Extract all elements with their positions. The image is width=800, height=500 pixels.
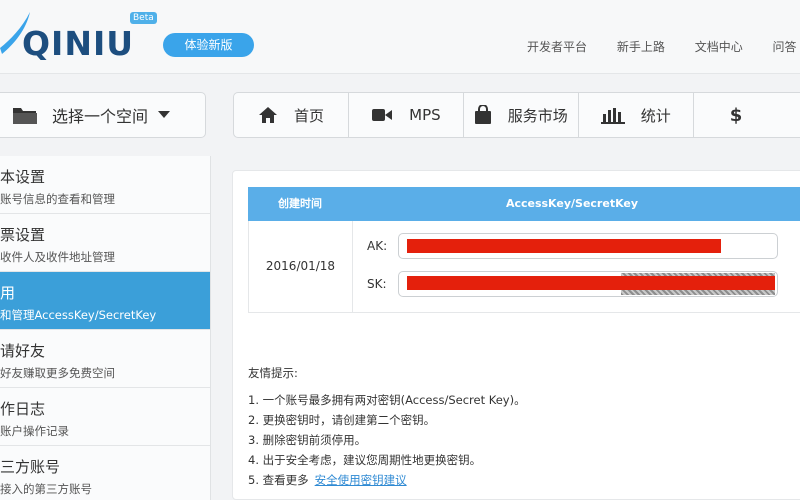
developer-platform-link[interactable]: 开发者平台 [527,40,587,54]
qiniu-logo[interactable]: QINIU [0,8,150,64]
space-selector-label: 选择一个空间 [52,107,149,126]
nav-home[interactable]: 首页 [234,93,349,137]
video-icon [372,109,393,121]
sidebar-item-subtitle: 好友赚取更多免费空间 [0,366,115,380]
redaction-bar [407,239,721,253]
nav-marketplace-label: 服务市场 [507,106,568,125]
sk-label: SK: [367,277,387,291]
sidebar-item-third-party-accounts[interactable]: 三方账号 接入的第三方账号 [0,446,210,500]
docs-center-link[interactable]: 文档中心 [695,40,743,54]
ak-label: AK: [367,239,388,253]
home-icon [258,107,277,123]
tips-section: 友情提示: 1. 一个账号最多拥有两对密钥(Access/Secret Key)… [248,363,526,490]
sidebar-item-subtitle: 和管理AccessKey/SecretKey [0,308,157,322]
sidebar-item-keys[interactable]: 用 和管理AccessKey/SecretKey [0,272,210,330]
sidebar-item-subtitle: 账号信息的查看和管理 [0,192,115,206]
space-selector-dropdown[interactable]: 选择一个空间 [0,92,206,138]
folder-icon [13,108,37,124]
caret-down-icon [158,111,171,118]
beta-badge: Beta [130,12,157,24]
logo-text: QINIU [22,24,135,63]
key-created-date: 2016/01/18 [249,221,353,312]
nav-home-label: 首页 [293,106,324,125]
tips-title: 友情提示: [248,366,298,380]
sidebar-item-subtitle: 账户操作记录 [0,424,69,438]
sidebar-item-subtitle: 接入的第三方账号 [0,482,92,496]
list-item-more: 5. 查看更多 安全使用密钥建议 [248,470,526,490]
main-nav: 首页 MPS 服务市场 统计 $ [233,92,800,138]
sidebar-item-subtitle: 收件人及收件地址管理 [0,250,115,264]
list-item: 1. 一个账号最多拥有两对密钥(Access/Secret Key)。 [248,393,526,407]
nav-statistics-label: 统计 [640,106,671,125]
list-item: 3. 删除密钥前须停用。 [248,433,367,447]
sidebar: 本设置 账号信息的查看和管理 票设置 收件人及收件地址管理 用 和管理Acces… [0,156,211,500]
access-key-field[interactable] [398,233,778,259]
sidebar-item-title: 请好友 [0,342,46,360]
nav-statistics[interactable]: 统计 [579,93,694,137]
top-header: QINIU Beta 体验新版 开发者平台 新手上路 文档中心 问答 [0,0,800,74]
sidebar-item-title: 用 [0,284,16,302]
sidebar-item-title: 三方账号 [0,458,61,476]
table-row: 2016/01/18 AK: SK: [248,221,800,313]
sidebar-item-invite-friends[interactable]: 请好友 好友赚取更多免费空间 [0,330,210,388]
nav-marketplace[interactable]: 服务市场 [464,93,579,137]
dollar-icon: $ [729,104,743,126]
shopping-bag-icon [474,105,491,124]
qa-link[interactable]: 问答 [773,40,797,54]
keys-panel: 创建时间 AccessKey/SecretKey 2016/01/18 AK: … [232,170,800,500]
nav-billing[interactable]: $ [694,93,800,137]
nav-mps-label: MPS [409,106,441,124]
sidebar-item-invoice-settings[interactable]: 票设置 收件人及收件地址管理 [0,214,210,272]
list-item: 4. 出于安全考虑，建议您周期性地更换密钥。 [248,453,482,467]
sidebar-item-basic-settings[interactable]: 本设置 账号信息的查看和管理 [0,156,210,214]
header-access-secret-key: AccessKey/SecretKey [505,197,639,210]
tips-more-text: 5. 查看更多 [248,473,309,487]
try-new-version-button[interactable]: 体验新版 [163,33,254,57]
keys-table-header: 创建时间 AccessKey/SecretKey [248,187,800,221]
redaction-bar [407,276,775,290]
sidebar-item-operation-log[interactable]: 作日志 账户操作记录 [0,388,210,446]
sidebar-item-title: 票设置 [0,226,46,244]
bar-chart-icon [600,108,625,124]
sidebar-item-title: 作日志 [0,400,46,418]
nav-mps[interactable]: MPS [349,93,464,137]
secure-key-usage-link[interactable]: 安全使用密钥建议 [315,473,407,487]
list-item: 2. 更换密钥时，请创建第二个密钥。 [248,413,436,427]
getting-started-link[interactable]: 新手上路 [617,40,665,54]
header-created-time: 创建时间 [278,197,322,210]
sidebar-item-title: 本设置 [0,168,46,186]
top-links: 开发者平台 新手上路 文档中心 问答 [527,38,800,55]
secret-key-field[interactable] [398,271,778,297]
